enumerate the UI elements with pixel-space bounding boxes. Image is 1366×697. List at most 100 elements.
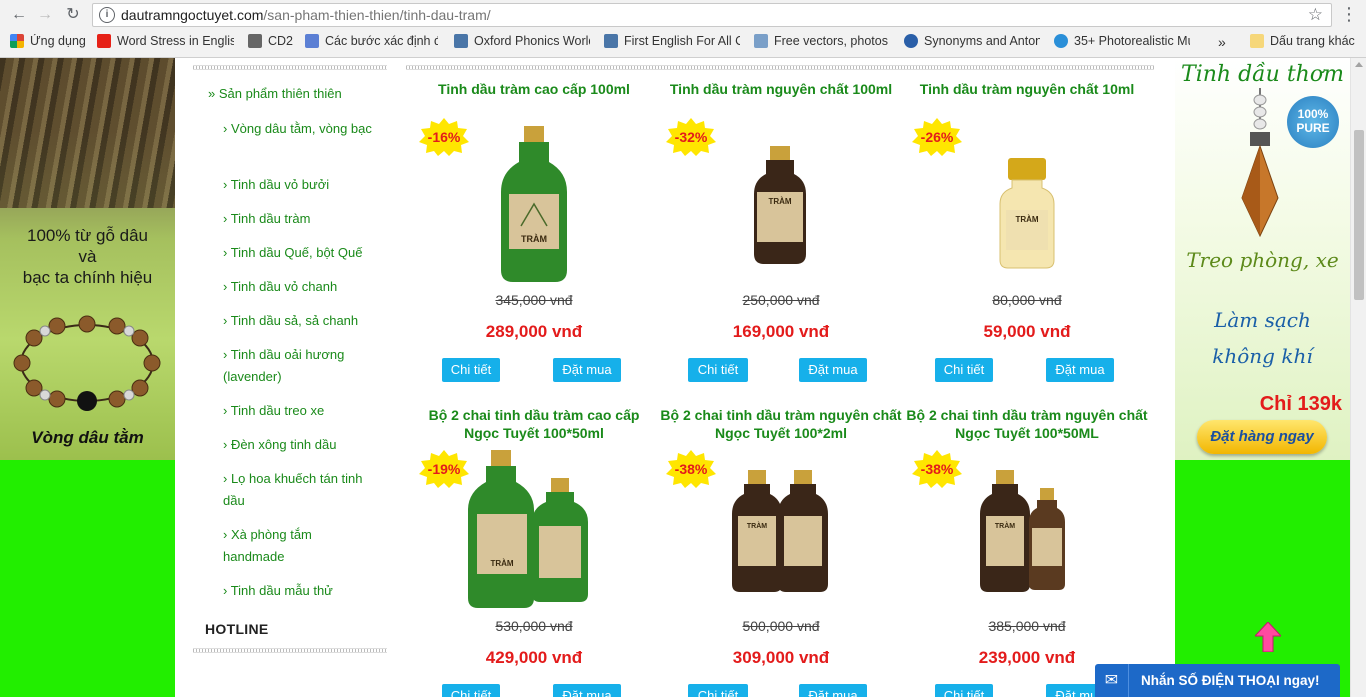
address-bar[interactable]: i dautramngoctuyet.com/san-pham-thien-th… [92, 3, 1332, 27]
bookmark-apps[interactable]: Ứng dụng [10, 34, 90, 48]
page-scrollbar[interactable] [1350, 58, 1366, 697]
buy-button[interactable]: Đặt mua [553, 358, 621, 382]
banner-text: Làm sạch [1214, 308, 1311, 332]
discount-badge: -26% [912, 118, 962, 156]
discount-badge: -32% [666, 118, 716, 156]
reload-icon[interactable]: ↻ [62, 5, 84, 25]
scroll-up-icon[interactable] [1355, 62, 1363, 67]
discount-badge: -16% [419, 118, 469, 156]
sale-price: 429,000 vnđ [485, 648, 583, 667]
detail-button[interactable]: Chi tiết [935, 684, 993, 697]
product-title[interactable]: Tinh dầu tràm nguyên chất 10ml [904, 80, 1150, 98]
banner-caption: Vòng dâu tằm [31, 428, 144, 447]
pure-badge: 100% PURE [1287, 96, 1339, 148]
bookmarks-bar: Ứng dụng Word Stress in English CD2 Các … [0, 31, 1366, 55]
back-icon[interactable]: ← [8, 5, 30, 25]
detail-button[interactable]: Chi tiết [688, 684, 748, 697]
bookmark-item[interactable]: CD2 [248, 34, 296, 48]
bookmarks-overflow-button[interactable]: » [1218, 34, 1234, 50]
menu-root-link[interactable]: » Sản phẩm thiên thiên [208, 86, 342, 101]
svg-text:TRÀM: TRÀM [1015, 215, 1038, 224]
info-icon[interactable]: i [99, 7, 115, 23]
bookmark-item[interactable]: Free vectors, photos a [754, 34, 890, 48]
banner-text: Treo phòng, xe [1186, 248, 1339, 272]
banner-price: Chỉ 139k [1259, 393, 1342, 415]
url-text: dautramngoctuyet.com/san-pham-thien-thie… [121, 7, 491, 23]
bookmark-item[interactable]: Các bước xác định độ [305, 34, 438, 48]
old-price: 80,000 vnđ [992, 292, 1062, 308]
svg-text:TRÀM: TRÀM [490, 559, 513, 568]
product-title[interactable]: Bộ 2 chai tinh dầu tràm nguyên chất Ngọc… [904, 406, 1150, 442]
detail-button[interactable]: Chi tiết [688, 358, 748, 382]
product-title[interactable]: Tinh dầu tràm nguyên chất 100ml [658, 80, 904, 98]
divider [406, 65, 1154, 70]
menu-item[interactable]: › Vòng dâu tằm, vòng bạc [223, 118, 373, 140]
menu-item[interactable]: › Tinh dầu treo xe [223, 400, 373, 422]
menu-item[interactable]: › Đèn xông tinh dầu [223, 434, 373, 456]
sale-price: 309,000 vnđ [732, 648, 830, 667]
svg-text:TRÀM: TRÀM [995, 521, 1015, 530]
phone-request-bar[interactable]: ✉ Nhắn SỐ ĐIỆN THOẠI ngay! [1095, 664, 1340, 697]
banner-text: 100% từ gỗ dâu [26, 226, 149, 245]
product-title[interactable]: Bộ 2 chai tinh dầu tràm cao cấp Ngọc Tuy… [411, 406, 657, 442]
bracelet-image [13, 315, 161, 411]
menu-item[interactable]: › Xà phòng tắm handmade [223, 524, 373, 568]
buy-button[interactable]: Đặt mua [553, 684, 621, 697]
product-title[interactable]: Tinh dầu tràm cao cấp 100ml [411, 80, 657, 98]
image-icon [754, 34, 768, 48]
buy-button[interactable]: Đặt mua [799, 358, 867, 382]
menu-item[interactable]: › Tinh dầu oải hương (lavender) [223, 344, 373, 388]
menu-item[interactable]: › Tinh dầu Quế, bột Quế [223, 242, 373, 264]
product-title[interactable]: Bộ 2 chai tinh dầu tràm nguyên chất Ngọc… [658, 406, 904, 442]
right-ad-banner[interactable]: Tinh dầu thơm 100% PURE Treo phòng, xe L… [1175, 58, 1350, 460]
menu-item[interactable]: › Tinh dầu vỏ chanh [223, 276, 373, 298]
left-ad-column: 100% từ gỗ dâu và bạc ta chính hiệu Vòng… [0, 58, 175, 697]
vk-icon [454, 34, 468, 48]
folder-icon [248, 34, 262, 48]
bookmark-star-icon[interactable]: ☆ [1308, 5, 1323, 25]
sale-price: 59,000 vnđ [983, 322, 1071, 341]
buy-button[interactable]: Đặt mua [799, 684, 867, 697]
menu-item[interactable]: › Tinh dầu vỏ bưởi [223, 174, 373, 196]
menu-item[interactable]: › Tinh dầu tràm [223, 208, 373, 230]
buy-button[interactable]: Đặt mua [1046, 358, 1114, 382]
other-bookmarks[interactable]: Dấu trang khác [1250, 34, 1362, 48]
discount-badge: -38% [912, 450, 962, 488]
detail-button[interactable]: Chi tiết [442, 684, 500, 697]
svg-text:TRÀM: TRÀM [521, 234, 547, 244]
menu-item[interactable]: › Tinh dầu sả, sả chanh [223, 310, 373, 332]
scroll-top-icon[interactable] [1255, 622, 1281, 652]
mail-icon: ✉ [1095, 664, 1129, 697]
detail-button[interactable]: Chi tiết [442, 358, 500, 382]
bookmark-item[interactable]: 35+ Photorealistic Mu [1054, 34, 1190, 48]
youtube-icon [97, 34, 111, 48]
order-now-button[interactable]: Đặt hàng ngay [1197, 420, 1327, 454]
banner-heading: Tinh dầu thơm [1181, 62, 1344, 87]
hotline-heading: HOTLINE [205, 621, 269, 637]
scrollbar-thumb[interactable] [1354, 130, 1364, 300]
svg-text:TRÀM: TRÀM [747, 521, 767, 530]
forward-icon[interactable]: → [34, 5, 56, 25]
browser-menu-icon[interactable]: ⋮ [1340, 4, 1358, 24]
wood-texture [0, 58, 175, 208]
old-price: 530,000 vnđ [495, 618, 573, 634]
sale-price: 289,000 vnđ [485, 322, 583, 341]
apps-grid-icon [10, 34, 24, 48]
bookmark-item[interactable]: Synonyms and Antony [904, 34, 1040, 48]
left-ad-banner[interactable]: 100% từ gỗ dâu và bạc ta chính hiệu Vòng… [0, 58, 175, 460]
discount-badge: -38% [666, 450, 716, 488]
bookmark-item[interactable]: Oxford Phonics World [454, 34, 590, 48]
divider [193, 65, 387, 70]
banner-text: và [78, 247, 97, 266]
menu-item[interactable]: › Lọ hoa khuếch tán tinh dầu [223, 468, 373, 512]
menu-item[interactable]: › Tinh dầu mẫu thử [223, 580, 373, 602]
sv-icon [904, 34, 918, 48]
sale-price: 169,000 vnđ [732, 322, 830, 341]
old-price: 345,000 vnđ [495, 292, 573, 308]
bookmark-item[interactable]: First English For All Ch [604, 34, 740, 48]
detail-button[interactable]: Chi tiết [935, 358, 993, 382]
svg-text:TRÀM: TRÀM [768, 197, 791, 206]
bookmark-item[interactable]: Word Stress in English [97, 34, 234, 48]
old-price: 500,000 vnđ [742, 618, 820, 634]
divider [193, 648, 387, 653]
